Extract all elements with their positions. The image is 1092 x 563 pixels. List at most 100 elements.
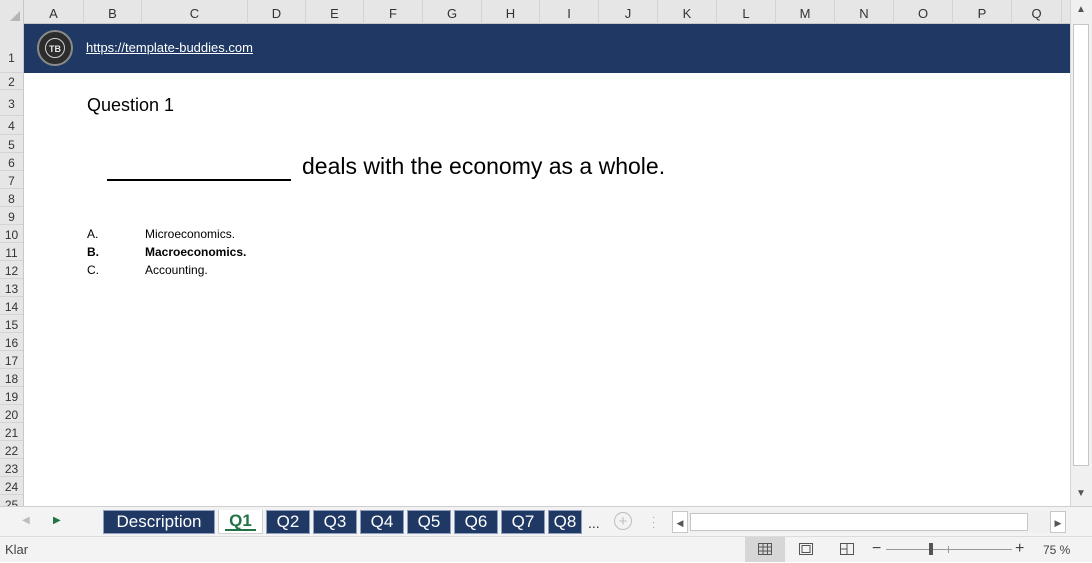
tab-splitter-handle[interactable]: · · · xyxy=(652,513,655,533)
option-a-letter: A. xyxy=(87,227,99,241)
tab-scroll-left-icon[interactable]: ◀ xyxy=(22,515,30,526)
tab-q5[interactable]: Q5 xyxy=(407,510,451,534)
page-layout-view-button[interactable] xyxy=(786,537,826,562)
tab-description[interactable]: Description xyxy=(103,510,215,534)
ready-status: Klar xyxy=(5,542,29,557)
column-header-f[interactable]: F xyxy=(364,0,423,24)
template-buddies-logo: TB xyxy=(37,30,73,66)
column-header-b[interactable]: B xyxy=(84,0,142,24)
scroll-right-arrow-icon[interactable]: ▶ xyxy=(1050,511,1066,533)
status-bar: Klar − + 75 % xyxy=(0,536,1092,562)
column-header-k[interactable]: K xyxy=(658,0,717,24)
column-header-g[interactable]: G xyxy=(423,0,482,24)
page-break-icon xyxy=(840,543,854,555)
tab-scroll-right-icon[interactable]: ▶ xyxy=(53,515,61,526)
row-header-19[interactable]: 19 xyxy=(0,387,23,405)
zoom-in-button[interactable]: + xyxy=(1015,540,1024,558)
scroll-down-arrow-icon[interactable]: ▼ xyxy=(1071,488,1091,504)
row-header-7[interactable]: 7 xyxy=(0,171,23,189)
tab-label: Q5 xyxy=(417,512,441,531)
row-header-21[interactable]: 21 xyxy=(0,423,23,441)
column-header-e[interactable]: E xyxy=(306,0,364,24)
horizontal-scrollbar[interactable]: ◀ ▶ xyxy=(672,511,1066,533)
tab-label: Q6 xyxy=(464,512,488,531)
tab-q4[interactable]: Q4 xyxy=(360,510,404,534)
column-header-l[interactable]: L xyxy=(717,0,776,24)
row-header-12[interactable]: 12 xyxy=(0,261,23,279)
normal-view-button[interactable] xyxy=(745,537,785,562)
row-header-22[interactable]: 22 xyxy=(0,441,23,459)
column-header-h[interactable]: H xyxy=(482,0,540,24)
row-header-4[interactable]: 4 xyxy=(0,116,23,135)
zoom-level[interactable]: 75 % xyxy=(1043,543,1070,557)
row-header-8[interactable]: 8 xyxy=(0,189,23,207)
page-layout-icon xyxy=(799,543,813,555)
row-header-2[interactable]: 2 xyxy=(0,73,23,90)
column-header-q[interactable]: Q xyxy=(1012,0,1062,24)
row-header-20[interactable]: 20 xyxy=(0,405,23,423)
add-sheet-icon[interactable]: + xyxy=(614,512,632,530)
zoom-out-button[interactable]: − xyxy=(872,540,881,558)
page-break-view-button[interactable] xyxy=(827,537,867,562)
row-header-23[interactable]: 23 xyxy=(0,459,23,477)
column-header-i[interactable]: I xyxy=(540,0,599,24)
row-header-bar: 1 2 3 4 5 6 7 8 9 10 11 12 13 14 15 16 17 18 19 20 21 22 23 24 2… xyxy=(0,24,24,506)
zoom-slider-midpoint xyxy=(948,546,949,553)
column-header-j[interactable]: J xyxy=(599,0,658,24)
select-all-icon xyxy=(10,11,20,21)
question-text: deals with the economy as a whole. xyxy=(302,153,666,179)
worksheet-area[interactable]: TB https://template-buddies.com Question… xyxy=(24,24,1070,506)
sheet-tab-bar: ◀ ▶ Description Q1 Q2 Q3 Q4 Q5 Q6 Q7 Q8 ... + · ·… xyxy=(0,506,1092,536)
row-header-11[interactable]: 11 xyxy=(0,243,23,261)
website-link[interactable]: https://template-buddies.com xyxy=(86,40,253,55)
column-header-c[interactable]: C xyxy=(142,0,248,24)
tab-q8[interactable]: Q8 xyxy=(548,510,582,534)
column-header-a[interactable]: A xyxy=(24,0,84,24)
tab-q7[interactable]: Q7 xyxy=(501,510,545,534)
vertical-scroll-thumb[interactable] xyxy=(1073,24,1089,466)
question-title: Question 1 xyxy=(87,95,175,115)
row-header-5[interactable]: 5 xyxy=(0,135,23,153)
scroll-up-arrow-icon[interactable]: ▲ xyxy=(1071,4,1091,20)
column-header-n[interactable]: N xyxy=(835,0,894,24)
active-tab-underline xyxy=(225,529,256,531)
grid-view-icon xyxy=(758,543,772,555)
row-header-9[interactable]: 9 xyxy=(0,207,23,225)
tab-q3[interactable]: Q3 xyxy=(313,510,357,534)
row-header-25[interactable]: 25 xyxy=(0,495,23,506)
tab-q1[interactable]: Q1 xyxy=(218,510,263,534)
row-header-16[interactable]: 16 xyxy=(0,333,23,351)
row-header-3[interactable]: 3 xyxy=(0,90,23,116)
row-header-24[interactable]: 24 xyxy=(0,477,23,495)
column-header-d[interactable]: D xyxy=(248,0,306,24)
tab-q6[interactable]: Q6 xyxy=(454,510,498,534)
select-all-corner[interactable] xyxy=(0,0,24,24)
option-c-letter: C. xyxy=(87,263,99,277)
row-header-1[interactable]: 1 xyxy=(0,24,23,73)
row-header-15[interactable]: 15 xyxy=(0,315,23,333)
tab-label: Q1 xyxy=(229,511,252,530)
row-header-10[interactable]: 10 xyxy=(0,225,23,243)
tab-label: Q3 xyxy=(323,512,347,531)
tab-q2[interactable]: Q2 xyxy=(266,510,310,534)
row-header-14[interactable]: 14 xyxy=(0,297,23,315)
tab-label: Description xyxy=(116,512,202,531)
row-header-13[interactable]: 13 xyxy=(0,279,23,297)
option-b-text: Macroeconomics. xyxy=(145,245,247,259)
scroll-left-arrow-icon[interactable]: ◀ xyxy=(672,511,688,533)
horizontal-scroll-thumb[interactable] xyxy=(690,513,1028,531)
row-header-17[interactable]: 17 xyxy=(0,351,23,369)
tab-label: Q7 xyxy=(511,512,535,531)
more-tabs-ellipsis[interactable]: ... xyxy=(588,515,600,531)
row-header-6[interactable]: 6 xyxy=(0,153,23,171)
option-a-text: Microeconomics. xyxy=(145,227,236,241)
zoom-slider-thumb[interactable] xyxy=(928,543,933,555)
column-header-o[interactable]: O xyxy=(894,0,953,24)
column-header-m[interactable]: M xyxy=(776,0,835,24)
tab-label: Q2 xyxy=(276,512,300,531)
zoom-slider-track[interactable] xyxy=(886,549,1012,550)
vertical-scrollbar[interactable]: ▲ ▼ xyxy=(1070,0,1092,506)
row-header-18[interactable]: 18 xyxy=(0,369,23,387)
column-header-p[interactable]: P xyxy=(953,0,1012,24)
logo-monogram: TB xyxy=(45,38,65,58)
